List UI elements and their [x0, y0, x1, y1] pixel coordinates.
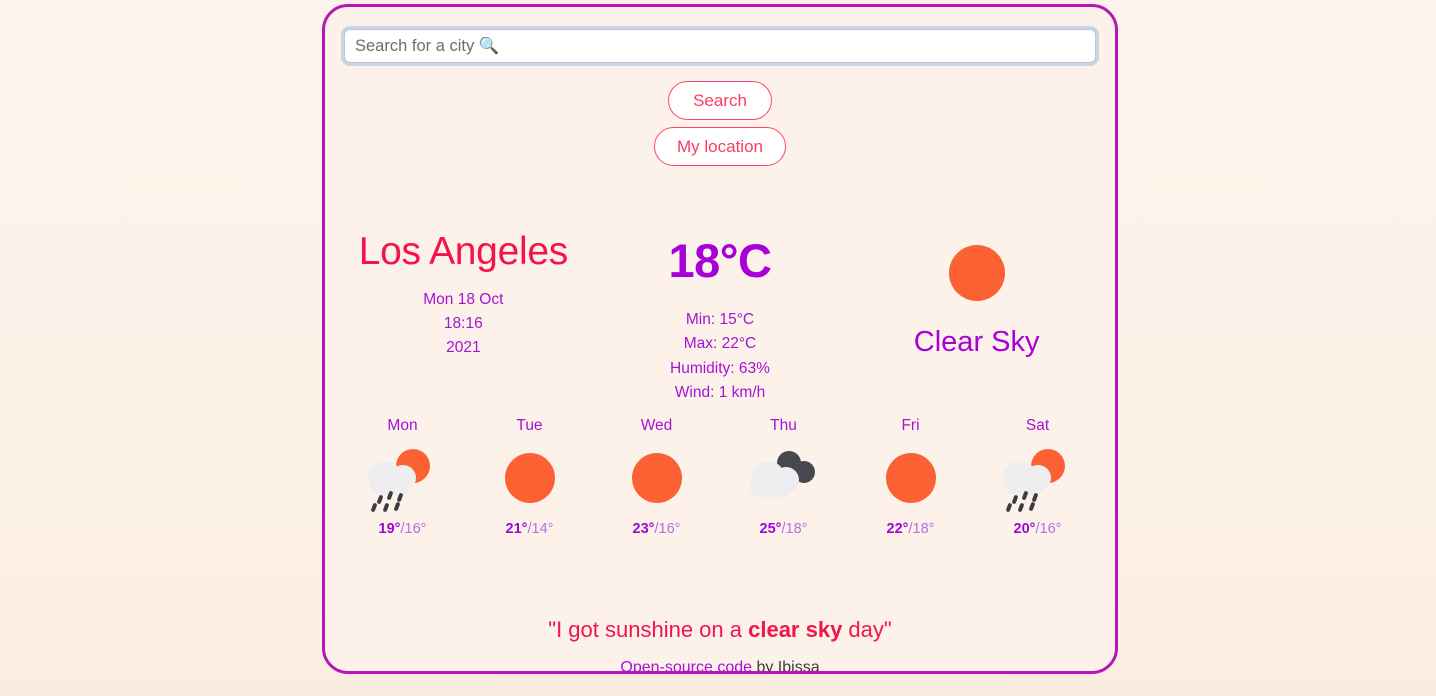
forecast-max: 25° [759, 521, 782, 537]
condition-label: Clear Sky [913, 326, 1040, 358]
quote-suffix: day" [842, 617, 892, 642]
sun-icon [948, 245, 1005, 301]
broken-clouds-icon [743, 447, 825, 509]
forecast-day-thu: Thu 25°/18° [720, 417, 847, 537]
condition-column: Clear Sky [848, 231, 1105, 359]
sun-icon [870, 447, 952, 509]
weather-app-card: Search My location Los Angeles Mon 18 Oc… [322, 4, 1118, 674]
forecast-temps: 20°/16° [974, 521, 1101, 537]
current-temperature: 18°C [668, 234, 772, 287]
action-buttons: Search My location [335, 81, 1105, 166]
weather-quote: "I got sunshine on a clear sky day" [325, 617, 1115, 643]
search-button[interactable]: Search [668, 81, 772, 120]
forecast-min: /16° [1035, 521, 1062, 537]
forecast-min: /16° [400, 521, 427, 537]
date-block: Mon 18 Oct 18:16 2021 [335, 288, 592, 360]
max-temperature: Max: 22°C [683, 335, 757, 353]
forecast-day-fri: Fri 22°/18° [847, 417, 974, 537]
open-source-link[interactable]: Open-source code [620, 659, 752, 671]
quote-highlight: clear sky [748, 617, 843, 642]
credit-author: by Ibissa [752, 659, 820, 674]
forecast-day-wed: Wed 23°/16° [593, 417, 720, 537]
sun-rain-icon [997, 447, 1079, 513]
forecast-temps: 19°/16° [339, 521, 466, 537]
forecast-max: 22° [886, 521, 909, 537]
quote-prefix: "I got sunshine on a [548, 617, 749, 642]
forecast-max: 23° [632, 521, 655, 537]
forecast-temps: 23°/16° [593, 521, 720, 537]
forecast-day-label: Thu [770, 417, 797, 434]
current-date: Mon 18 Oct [423, 290, 504, 308]
forecast-day-label: Fri [901, 417, 920, 434]
forecast-max: 21° [505, 521, 528, 537]
forecast-day-label: Mon [387, 417, 418, 434]
city-name: Los Angeles [358, 230, 569, 273]
forecast-temps: 21°/14° [466, 521, 593, 537]
forecast-min: /18° [908, 521, 935, 537]
forecast-day-label: Sat [1025, 417, 1050, 434]
search-row [335, 7, 1105, 63]
sun-icon [616, 447, 698, 509]
current-year: 2021 [446, 338, 481, 356]
current-weather: Los Angeles Mon 18 Oct 18:16 2021 18°C M… [335, 230, 1105, 405]
weather-details: Min: 15°C Max: 22°C Humidity: 63% Wind: … [592, 308, 849, 405]
forecast-max: 20° [1013, 521, 1036, 537]
forecast-temps: 22°/18° [847, 521, 974, 537]
min-temperature: Min: 15°C [685, 311, 755, 328]
forecast-min: /14° [527, 521, 554, 537]
humidity: Humidity: 63% [670, 359, 770, 377]
search-input[interactable] [344, 29, 1096, 63]
sun-icon [489, 447, 571, 509]
credit-line: Open-source code by Ibissa [325, 659, 1115, 674]
card-inner: Search My location Los Angeles Mon 18 Oc… [325, 7, 1115, 671]
forecast-max: 19° [378, 521, 401, 537]
wind: Wind: 1 km/h [674, 383, 766, 401]
forecast-min: /16° [654, 521, 681, 537]
city-column: Los Angeles Mon 18 Oct 18:16 2021 [335, 230, 592, 360]
current-time: 18:16 [443, 314, 483, 332]
my-location-button[interactable]: My location [654, 127, 786, 166]
forecast-day-label: Tue [516, 417, 543, 434]
forecast-day-mon: Mon 19°/16° [339, 417, 466, 537]
forecast-day-label: Wed [640, 417, 673, 434]
forecast-day-tue: Tue 21°/14° [466, 417, 593, 537]
forecast-min: /18° [781, 521, 808, 537]
forecast-row: Mon 19°/16° Tue 21°/14° Wed 23°/16° Thu … [339, 417, 1101, 537]
forecast-day-sat: Sat 20°/16° [974, 417, 1101, 537]
forecast-temps: 25°/18° [720, 521, 847, 537]
sun-rain-icon [362, 447, 444, 513]
temperature-column: 18°C Min: 15°C Max: 22°C Humidity: 63% W… [592, 231, 849, 405]
